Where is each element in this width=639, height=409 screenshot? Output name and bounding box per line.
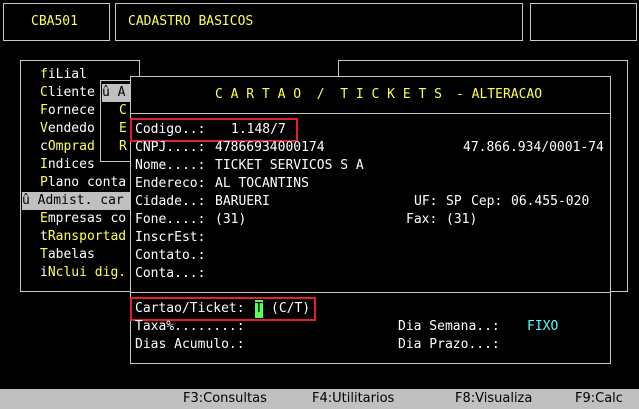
menu-item-label: Nclui dig. [47,265,127,280]
codigo-label: Codigo..: [135,122,206,137]
submenu-item-selected[interactable]: û A [102,84,130,102]
program-code-box: CBA501 [3,3,110,41]
menu-item-empresas[interactable]: Empresas co [40,210,126,228]
f3-consultas[interactable]: F3:Consultas [183,391,267,406]
menu-item-plano-conta[interactable]: Plano conta [40,174,126,192]
f9-calc[interactable]: F9:Calc [575,391,623,406]
cnpj-formatted: 47.866.934/0001-74 [463,140,604,155]
right-header-box [530,3,637,41]
cartao-ticket-hint: (C/T) [271,301,311,316]
cartao-ticket-label: Cartao/Ticket: [135,301,245,316]
dialog-mode: - ALTERACAO [456,87,543,102]
menu-item-label: dmist. car [45,193,124,208]
submenu-item[interactable]: E [119,120,127,138]
menu-item-cliente[interactable]: Cliente [40,84,95,102]
cep-label: Cep: [471,194,503,209]
menu-item-label: lano conta [47,175,127,190]
cnpj-label: CNPJ....: [135,140,206,155]
title-box: CADASTRO BASICOS [115,3,523,41]
conta-label: Conta...: [135,266,206,281]
menu-item-comprador[interactable]: cOmprad [40,138,95,156]
menu-item-label: liente [47,85,95,100]
endereco-value[interactable]: AL TOCANTINS [215,175,309,193]
dialog-title-divider [131,113,610,114]
nome-label: Nome....: [135,158,206,173]
menu-item-label: endedo [47,121,95,136]
menu-item-hotkey: T [40,247,48,262]
fone-value[interactable]: (31) [215,211,246,229]
inscrest-label: InscrEst: [135,230,206,245]
menu-item-indices[interactable]: Indices [40,156,95,174]
fax-label: Fax: [406,212,438,227]
cidade-label: Cidade..: [135,194,206,209]
menu-item-fornece[interactable]: Fornece [40,102,95,120]
menu-item-hotkey: E [40,211,48,226]
cartao-ticket-input[interactable]: T [255,300,263,318]
dia-semana-value[interactable]: FIXO [527,318,558,336]
function-key-bar: F3:Consultas F4:Utilitarios F8:Visualiza… [0,389,639,409]
menu-item-tabelas[interactable]: Tabelas [40,246,95,264]
menu-item-hotkey: P [40,175,48,190]
menu-item-transportadora[interactable]: tRansportad [40,228,126,246]
menu-item-label: Ransportad [47,229,127,244]
menu-item-hotkey: C [40,85,48,100]
dias-acumulo-label: Dias Acumulo.: [135,337,245,352]
menu-item-hotkey: t [40,229,48,244]
screen-title: CADASTRO BASICOS [128,14,254,29]
nome-value[interactable]: TICKET SERVICOS S A [215,157,364,175]
f8-visualiza[interactable]: F8:Visualiza [455,391,532,406]
menu-item-hotkey: I [40,157,48,172]
menu-item-label: ornece [47,103,95,118]
taxa-label: Taxa%........: [135,319,245,334]
menu-item-hotkey: c [40,139,48,154]
f4-utilitarios[interactable]: F4:Utilitarios [312,391,394,406]
cidade-value[interactable]: BARUERI [215,193,270,211]
menu-item-hotkey: F [40,103,48,118]
fax-value[interactable]: (31) [446,211,477,229]
menu-item-label: Omprad [47,139,95,154]
menu-item-prefix: û [22,193,38,208]
submenu-item[interactable]: R [119,138,127,156]
dia-semana-label: Dia Semana..: [398,319,500,334]
uf-value[interactable]: SP [446,193,462,211]
codigo-value[interactable]: 1.148/7 [231,121,286,139]
dia-prazo-label: Dia Prazo...: [398,337,500,352]
dialog-title: C A R T A O / T I C K E T S [215,87,442,102]
menu-item-hotkey: f [40,67,48,82]
menu-item-filial[interactable]: fiLial [40,66,87,84]
menu-item-label: ndices [47,157,95,172]
menu-item-hotkey: V [40,121,48,136]
menu-item-label: abelas [47,247,95,262]
uf-label: UF: [414,194,438,209]
endereco-label: Endereco: [135,176,206,191]
menu-item-admist-cartao-selected[interactable]: û Admist. car [22,192,132,210]
submenu-item[interactable]: C [119,102,127,120]
cnpj-value[interactable]: 47866934000174 [215,139,325,157]
dialog-footer-divider [131,292,610,293]
menu-item-vendedor[interactable]: Vendedo [40,120,95,138]
menu-item-inclui-dig[interactable]: iNclui dig. [40,264,126,282]
cep-value[interactable]: 06.455-020 [511,193,589,211]
menu-item-hotkey: i [40,265,48,280]
menu-item-label: iLial [47,67,87,82]
program-code: CBA501 [31,14,78,29]
menu-item-label: mpresas co [47,211,127,226]
fone-label: Fone....: [135,212,206,227]
contato-label: Contato.: [135,248,206,263]
